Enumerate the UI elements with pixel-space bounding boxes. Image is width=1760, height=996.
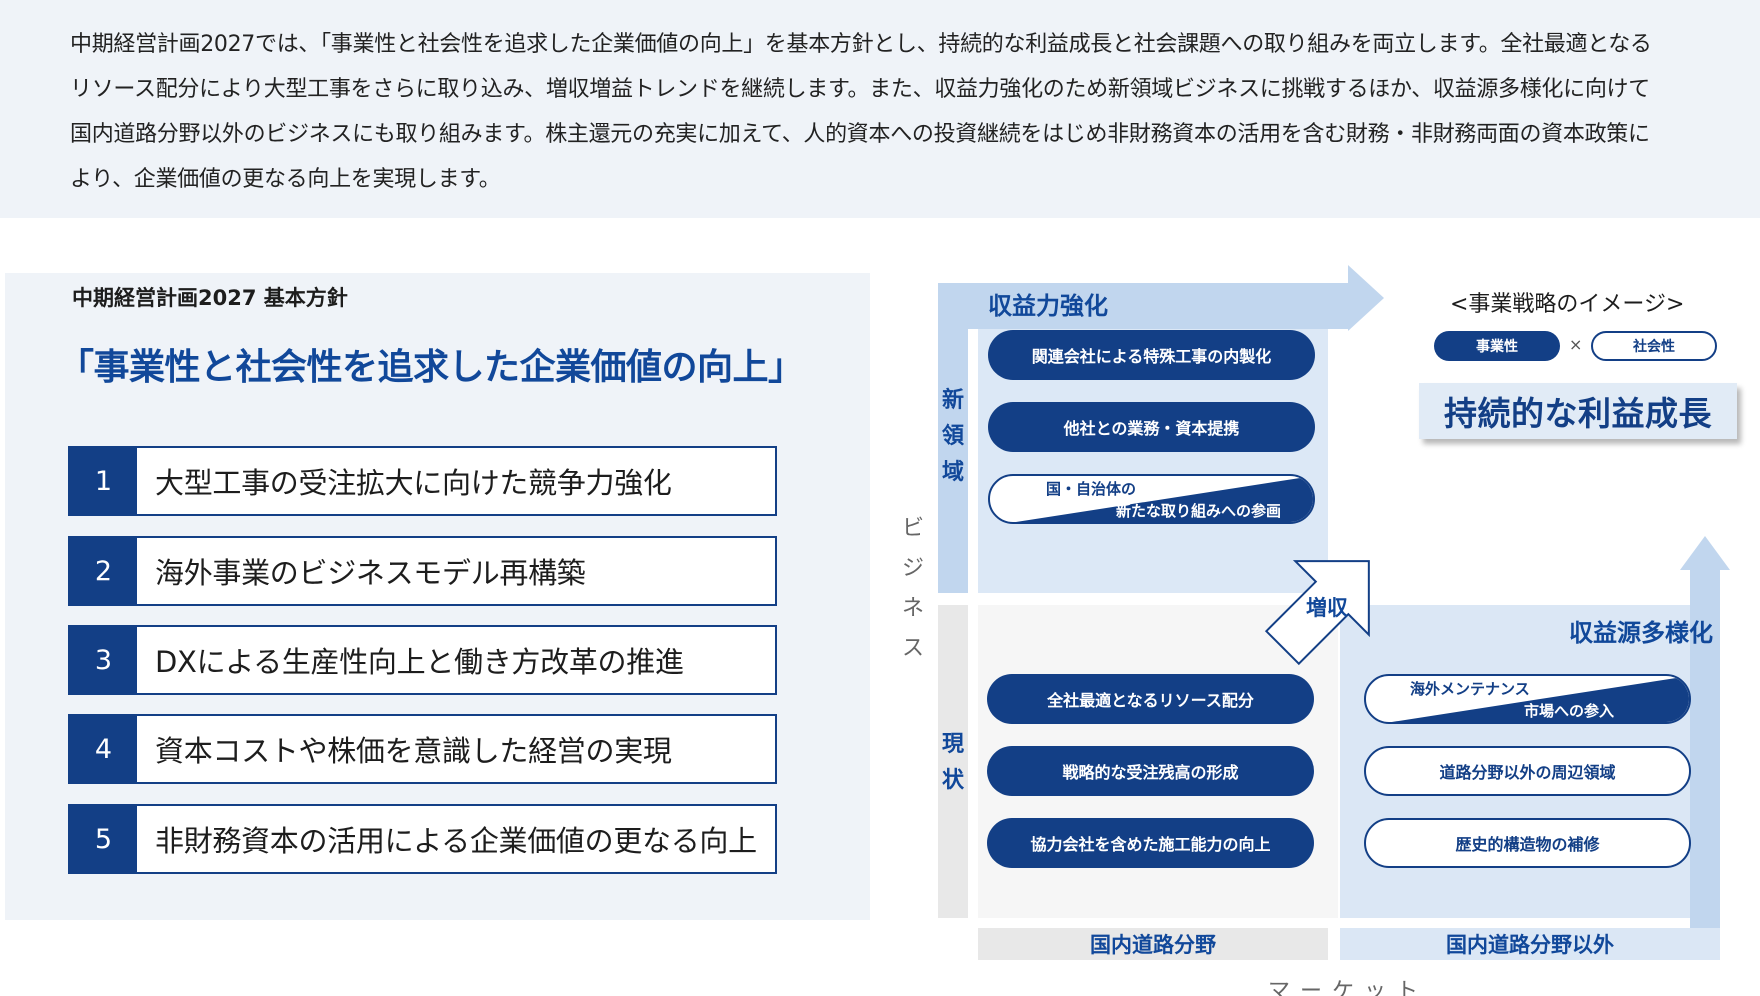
policy-text: 資本コストや株価を意識した経営の実現 (155, 734, 672, 768)
top-arrow-label: 収益力強化 (988, 292, 1108, 320)
axis-label-business: ビジネス (901, 516, 924, 661)
policy-number: 2 (70, 538, 137, 604)
policy-text: 大型工事の受注拡大に向けた競争力強化 (155, 466, 672, 500)
tag-business: 事業性 (1434, 331, 1560, 361)
row-label-current: 現状 (941, 732, 964, 793)
other-item: 道路分野以外の周辺領域 (1364, 746, 1691, 796)
policy-item-5: 5 非財務資本の活用による企業価値の更なる向上 (68, 804, 777, 874)
right-arrow-label: 収益源多様化 (1569, 619, 1713, 647)
policy-item-3: 3 DXによる生産性向上と働き方改革の推進 (68, 625, 777, 695)
new-domain-item: 他社との業務・資本提携 (988, 402, 1315, 452)
row-label-new: 新領域 (941, 388, 964, 485)
policy-text: DXによる生産性向上と働き方改革の推進 (155, 645, 684, 679)
intro-text: 中期経営計画2027では、「事業性と社会性を追求した企業価値の向上」を基本方針と… (70, 32, 1652, 192)
new-domain-item-split: 国・自治体の 新たな取り組みへの参画 (988, 474, 1315, 524)
tag-social: 社会性 (1591, 331, 1717, 361)
image-panel-title: <事業戦略のイメージ> (1450, 292, 1685, 317)
other-item: 歴史的構造物の補修 (1364, 818, 1691, 868)
top-arrow-head-icon (1348, 265, 1384, 331)
split-text-bottom: 市場への参入 (1524, 702, 1615, 720)
policy-number: 5 (70, 806, 137, 872)
col-label-domestic: 国内道路分野 (978, 928, 1328, 960)
policy-item-1: 1 大型工事の受注拡大に向けた競争力強化 (68, 446, 777, 516)
new-domain-item: 関連会社による特殊工事の内製化 (988, 330, 1315, 380)
col-label-other: 国内道路分野以外 (1340, 928, 1720, 960)
split-text-top: 海外メンテナンス (1410, 680, 1530, 698)
current-item: 協力会社を含めた施工能力の向上 (987, 818, 1314, 868)
split-text-bottom: 新たな取り組みへの参画 (1116, 502, 1282, 520)
policy-text: 海外事業のビジネスモデル再構築 (155, 556, 586, 590)
times-symbol: × (1569, 335, 1583, 354)
axis-label-market: マーケット (1268, 979, 1429, 996)
result-box: 持続的な利益成長 (1419, 383, 1737, 439)
right-arrow-head-icon (1680, 536, 1730, 570)
policy-item-4: 4 資本コストや株価を意識した経営の実現 (68, 714, 777, 784)
policy-number: 4 (70, 716, 137, 782)
policy-item-2: 2 海外事業のビジネスモデル再構築 (68, 536, 777, 606)
policy-heading: 中期経営計画2027 基本方針 (72, 286, 348, 310)
policy-number: 3 (70, 627, 137, 693)
policy-text: 非財務資本の活用による企業価値の更なる向上 (155, 824, 757, 858)
intro-section: 中期経営計画2027では、「事業性と社会性を追求した企業価値の向上」を基本方針と… (0, 0, 1760, 218)
increase-label: 増収 (1306, 596, 1348, 620)
current-item: 戦略的な受注残高の形成 (987, 746, 1314, 796)
other-item-split: 海外メンテナンス 市場への参入 (1364, 674, 1691, 724)
split-text-top: 国・自治体の (1046, 480, 1137, 498)
policy-number: 1 (70, 448, 137, 514)
current-item: 全社最適となるリソース配分 (987, 674, 1314, 724)
policy-title: 「事業性と社会性を追求した企業価値の向上」 (58, 347, 804, 388)
